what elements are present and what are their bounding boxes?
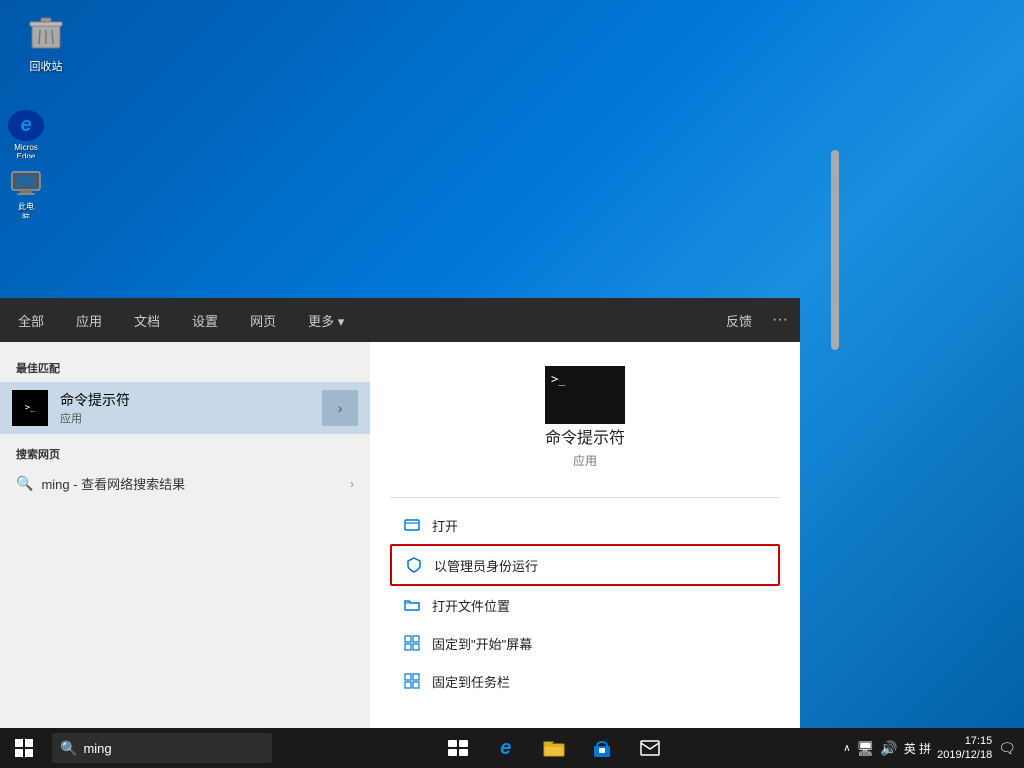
recycle-bin-icon[interactable]: 回收站 [10, 10, 82, 78]
tray-network[interactable]: 🖥 [857, 740, 875, 757]
nav-settings[interactable]: 设置 [186, 307, 224, 334]
best-match-item[interactable]: 命令提示符 应用 › [0, 382, 370, 434]
nav-all[interactable]: 全部 [12, 307, 50, 334]
best-match-type: 应用 [60, 410, 314, 426]
search-panel: 全部 应用 文档 设置 网页 更多 ▾ 反馈 ··· 最佳匹配 命令提示符 应用 [0, 298, 800, 728]
search-web-arrow: › [350, 477, 354, 491]
nav-more-btn[interactable]: ··· [772, 311, 788, 329]
pin-start-icon [402, 633, 422, 653]
edge-btn[interactable]: e [484, 728, 528, 768]
cmd-app-icon [12, 390, 48, 426]
store-btn[interactable] [580, 728, 624, 768]
search-web-text: ming - 查看网络搜索结果 [41, 474, 185, 493]
best-match-name: 命令提示符 [60, 390, 314, 410]
search-web-section: 搜索网页 🔍 ming - 查看网络搜索结果 › [0, 436, 370, 509]
date: 2019/12/18 [937, 748, 992, 762]
nav-web[interactable]: 网页 [244, 307, 282, 334]
search-web-icon: 🔍 [16, 475, 33, 492]
tray-lang[interactable]: 英 拼 [904, 740, 931, 757]
taskbar: 🔍 ming e [0, 728, 1024, 768]
best-match-info: 命令提示符 应用 [60, 390, 314, 426]
tray-expand[interactable]: ∧ [843, 743, 850, 754]
search-left: 最佳匹配 命令提示符 应用 › 搜索网页 🔍 [0, 342, 370, 728]
nav-apps[interactable]: 应用 [70, 307, 108, 334]
action-open[interactable]: 打开 [390, 506, 780, 544]
start-button[interactable] [0, 728, 48, 768]
nav-docs[interactable]: 文档 [128, 307, 166, 334]
windows-logo [15, 739, 33, 757]
action-pin-taskbar-label: 固定到任务栏 [432, 672, 510, 691]
action-pin-start-label: 固定到"开始"屏幕 [432, 634, 532, 653]
nav-more[interactable]: 更多 ▾ [302, 307, 350, 334]
tray-time[interactable]: 17:15 2019/12/18 [937, 734, 992, 763]
recycle-bin-label: 回收站 [30, 58, 63, 74]
pin-taskbar-icon [402, 671, 422, 691]
open-icon [402, 515, 422, 535]
app-preview-title: 命令提示符 [545, 424, 625, 448]
taskbar-search-text: ming [83, 741, 111, 756]
explorer-btn[interactable] [532, 728, 576, 768]
notification-btn[interactable]: 🗨 [998, 740, 1016, 757]
search-web-label: 搜索网页 [16, 446, 354, 468]
sidebar-this-pc[interactable]: 此电脑 [2, 170, 50, 218]
left-sidebar: e MicrosEdge 此电脑 [0, 100, 52, 218]
action-pin-start[interactable]: 固定到"开始"屏幕 [390, 624, 780, 662]
sidebar-this-pc-label: 此电脑 [18, 201, 34, 218]
app-preview-subtitle: 应用 [573, 452, 597, 469]
best-match-label: 最佳匹配 [0, 354, 370, 380]
sidebar-edge-label: MicrosEdge [14, 143, 38, 158]
search-body: 最佳匹配 命令提示符 应用 › 搜索网页 🔍 [0, 342, 800, 728]
tray-volume[interactable]: 🔊 [880, 740, 897, 757]
search-nav: 全部 应用 文档 设置 网页 更多 ▾ 反馈 ··· [0, 298, 800, 342]
divider [390, 497, 780, 498]
action-file-label: 打开文件位置 [432, 596, 510, 615]
taskbar-search-icon: 🔍 [60, 740, 77, 757]
folder-icon [402, 595, 422, 615]
taskbar-tray: ∧ 🖥 🔊 英 拼 17:15 2019/12/18 🗨 [835, 728, 1024, 768]
mail-btn[interactable] [628, 728, 672, 768]
taskbar-search[interactable]: 🔍 ming [52, 733, 272, 763]
action-admin-label: 以管理员身份运行 [434, 556, 538, 575]
action-open-label: 打开 [432, 516, 458, 535]
best-match-arrow[interactable]: › [322, 390, 358, 426]
action-pin-taskbar[interactable]: 固定到任务栏 [390, 662, 780, 700]
desktop: 回收站 e MicrosEdge 此电脑 [0, 0, 1024, 768]
search-right: 命令提示符 应用 打开 [370, 342, 800, 728]
clock: 17:15 [937, 734, 992, 748]
taskbar-center: e [272, 728, 835, 768]
search-web-item[interactable]: 🔍 ming - 查看网络搜索结果 › [16, 468, 354, 499]
app-preview-icon [545, 366, 625, 424]
nav-feedback[interactable]: 反馈 [726, 311, 752, 330]
scrollbar[interactable] [831, 150, 839, 350]
actions-list: 打开 以管理员身份运行 [390, 506, 780, 700]
sidebar-edge[interactable]: e MicrosEdge [2, 110, 50, 158]
action-run-as-admin[interactable]: 以管理员身份运行 [390, 544, 780, 586]
task-view-btn[interactable] [436, 728, 480, 768]
shield-icon [404, 555, 424, 575]
action-file-location[interactable]: 打开文件位置 [390, 586, 780, 624]
